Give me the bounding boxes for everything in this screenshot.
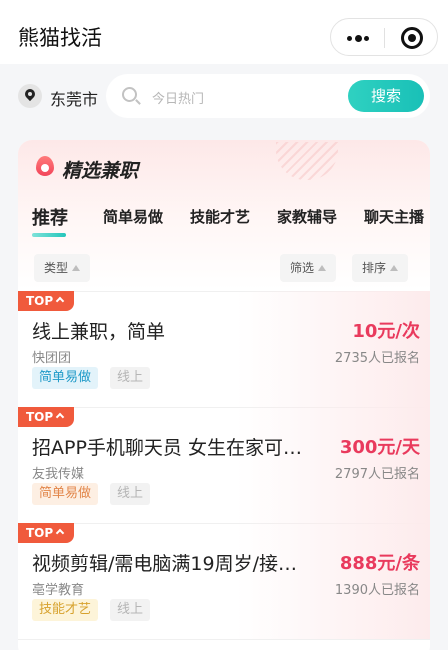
job-tag: 线上 xyxy=(110,599,151,621)
signup-count: 1390人已报名 xyxy=(334,583,420,598)
section-title: 精选兼职 xyxy=(62,160,139,182)
chevron-up-icon xyxy=(55,296,65,306)
close-miniprogram-icon[interactable] xyxy=(401,27,423,49)
job-tag: 技能才艺 xyxy=(32,599,99,621)
more-icon[interactable] xyxy=(347,35,369,42)
signup-count: 2735人已报名 xyxy=(334,351,420,366)
job-salary: 888元/条 xyxy=(339,553,420,574)
city-selector[interactable]: 东莞市 xyxy=(50,86,98,110)
flame-icon xyxy=(36,156,54,176)
job-salary: 300元/天 xyxy=(339,437,420,458)
search-icon xyxy=(122,87,137,102)
app-title: 熊猫找活 xyxy=(18,26,102,50)
search-button[interactable]: 搜索 xyxy=(348,80,424,112)
job-title: 线上兼职，简单 xyxy=(32,321,166,343)
job-tag: 简单易做 xyxy=(32,483,99,505)
sort-arrow-icon xyxy=(390,265,399,271)
search-input[interactable]: 今日热门 xyxy=(152,88,204,107)
tab-recommend[interactable]: 推荐 xyxy=(32,204,68,230)
sort-arrow-icon xyxy=(318,265,327,271)
job-tag: 线上 xyxy=(110,367,151,389)
filter-label: 筛选 xyxy=(290,261,315,275)
navbar: 熊猫找活 xyxy=(0,0,448,64)
job-tag: 线上 xyxy=(110,483,151,505)
job-salary: 10元/次 xyxy=(352,321,420,342)
filter-button[interactable]: 筛选 xyxy=(280,254,337,282)
job-item[interactable]: TOP 视频剪辑/需电脑满19周岁/接… 亳学教育 技能才艺 线上 888元/条… xyxy=(18,523,430,639)
divider xyxy=(18,639,430,640)
tab-tutoring[interactable]: 家教辅导 xyxy=(277,206,337,227)
top-badge: TOP xyxy=(18,407,74,427)
type-filter[interactable]: 类型 xyxy=(34,254,91,282)
sort-label: 排序 xyxy=(362,261,387,275)
chevron-up-icon xyxy=(55,528,65,538)
job-tag: 简单易做 xyxy=(32,367,99,389)
job-item[interactable]: TOP 线上兼职，简单 快团团 简单易做 线上 10元/次 2735人已报名 xyxy=(18,291,430,407)
sort-button[interactable]: 排序 xyxy=(352,254,409,282)
tab-skills[interactable]: 技能才艺 xyxy=(190,206,250,227)
job-item[interactable]: TOP 招APP手机聊天员 女生在家可… 友我传媒 简单易做 线上 300元/天… xyxy=(18,407,430,523)
active-tab-indicator xyxy=(32,233,66,237)
job-title: 视频剪辑/需电脑满19周岁/接… xyxy=(32,553,297,575)
job-title: 招APP手机聊天员 女生在家可… xyxy=(32,437,302,459)
featured-jobs-card: 精选兼职 推荐 简单易做 技能才艺 家教辅导 聊天主播 类型 筛选 排序 TOP… xyxy=(18,140,430,650)
top-badge: TOP xyxy=(18,523,74,543)
mini-program-capsule xyxy=(330,18,438,56)
search-box[interactable]: 今日热门 搜索 xyxy=(106,74,430,118)
type-filter-label: 类型 xyxy=(44,261,69,275)
job-company: 快团团 xyxy=(32,351,72,366)
category-tabs: 推荐 简单易做 技能才艺 家教辅导 聊天主播 xyxy=(18,202,430,238)
capsule-divider xyxy=(384,28,385,48)
job-company: 亳学教育 xyxy=(32,583,85,598)
chevron-up-icon xyxy=(55,412,65,422)
tab-chat-host[interactable]: 聊天主播 xyxy=(364,206,424,227)
tab-simple[interactable]: 简单易做 xyxy=(103,206,163,227)
sort-arrow-icon xyxy=(72,265,81,271)
location-pin-icon[interactable] xyxy=(18,84,42,108)
top-badge: TOP xyxy=(18,291,74,311)
job-company: 友我传媒 xyxy=(32,467,85,482)
signup-count: 2797人已报名 xyxy=(334,467,420,482)
